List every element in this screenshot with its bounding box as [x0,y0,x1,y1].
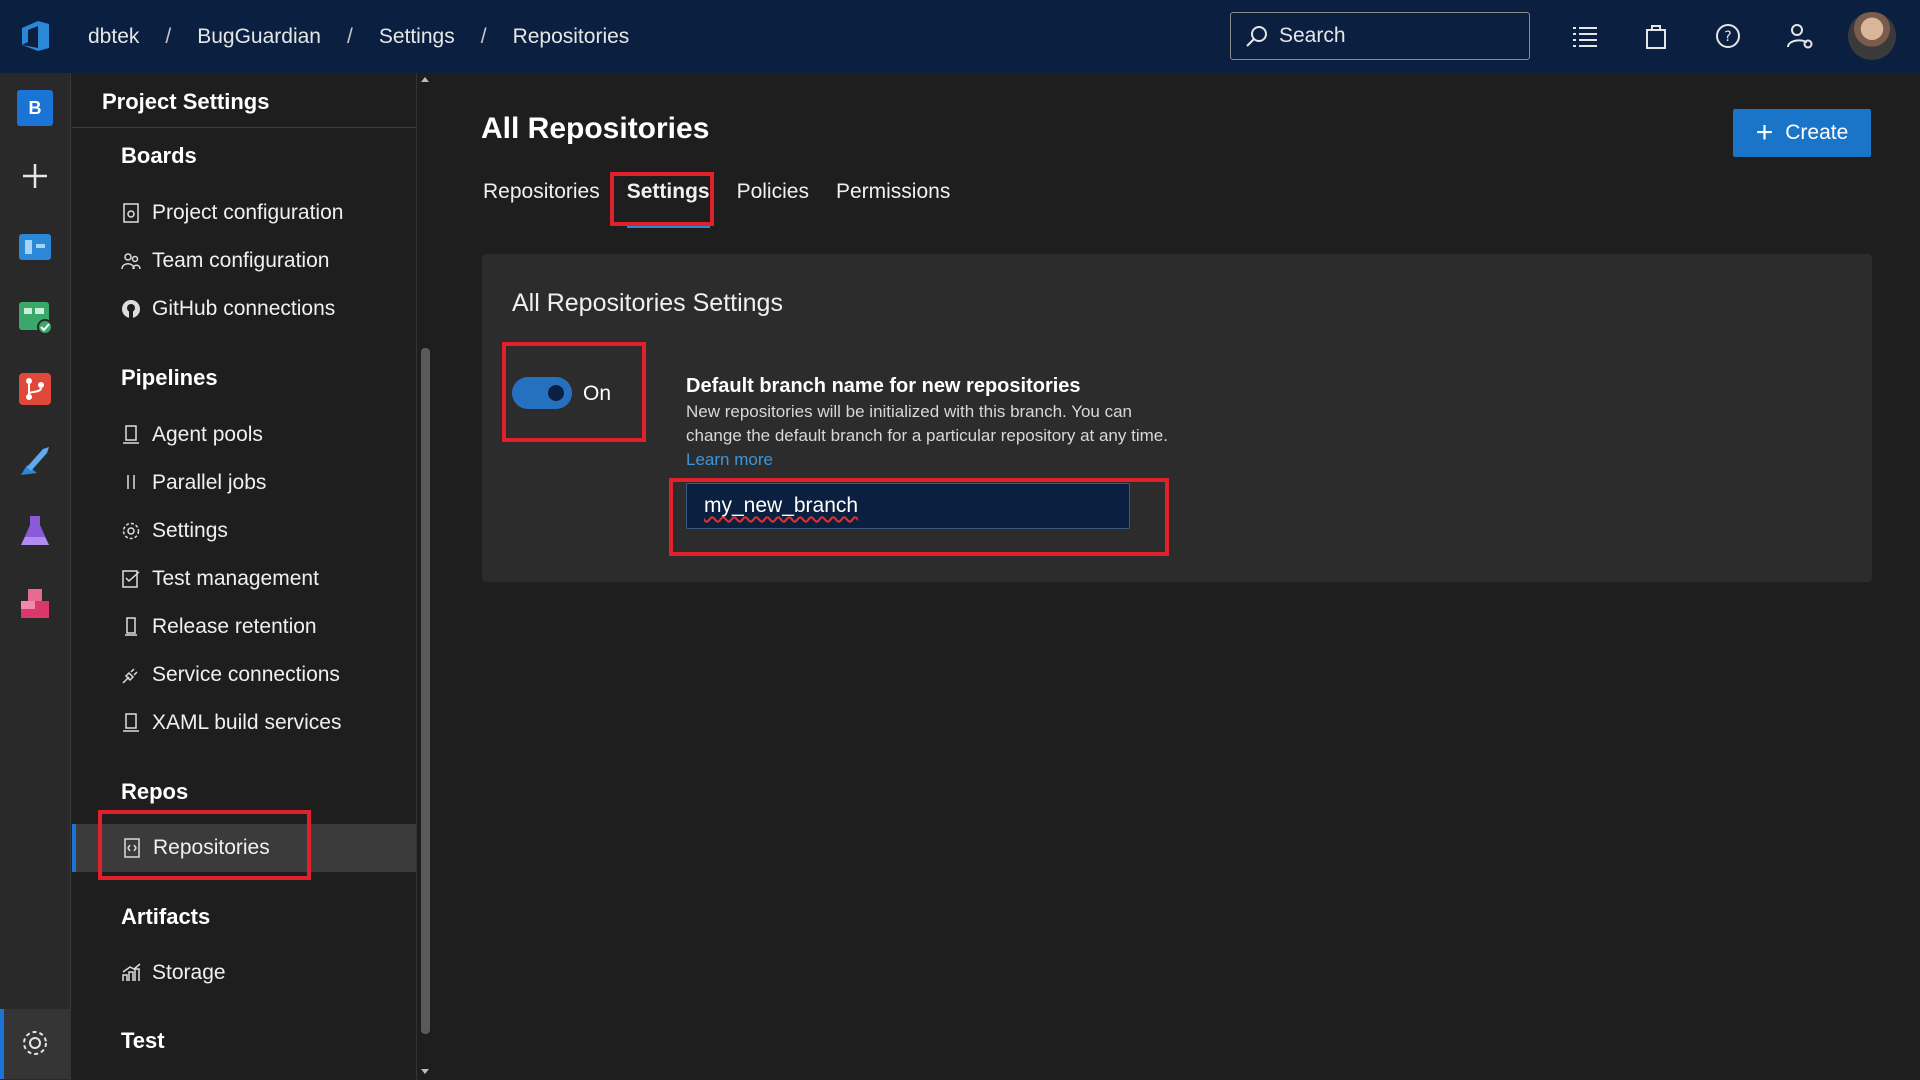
section-boards: Boards [121,143,197,168]
sidebar-item-agent-pools[interactable]: Agent pools [120,415,263,455]
setting-title: Default branch name for new repositories [686,375,1081,397]
search-placeholder: Search [1279,24,1346,47]
sidebar-item-label: Service connections [152,663,340,686]
sidebar-item-xaml-build-services[interactable]: XAML build services [120,703,341,743]
sidebar-item-settings[interactable]: Settings [120,511,228,551]
tab-bar: Repositories Settings Policies Permissio… [483,180,977,228]
highlight-settings-tab [610,172,714,226]
scroll-up-arrow-icon[interactable] [421,77,429,82]
add-icon[interactable] [17,158,53,194]
sidebar-item-label: Team configuration [152,249,330,272]
team-icon [120,250,142,272]
setting-description: New repositories will be initialized wit… [686,400,1176,472]
sidebar-item-parallel-jobs[interactable]: Parallel jobs [120,463,266,503]
breadcrumb-separator: / [346,24,353,48]
create-button[interactable]: + Create [1733,109,1871,157]
search-icon [1246,26,1267,47]
breadcrumb-repositories[interactable]: Repositories [513,25,630,49]
section-artifacts: Artifacts [121,904,211,929]
project-settings-sidebar: Project Settings Boards Project configur… [72,73,416,1080]
breadcrumb-settings[interactable]: Settings [379,25,455,49]
card-title: All Repositories Settings [512,289,783,317]
sidebar-item-label: XAML build services [152,711,342,734]
server-icon [120,424,142,446]
highlight-branch-input [669,478,1169,556]
document-gear-icon [120,202,142,224]
user-settings-icon[interactable] [1785,21,1815,51]
tab-permissions[interactable]: Permissions [836,180,950,220]
artifacts-icon[interactable] [17,585,53,621]
sidebar-title-divider [72,127,416,128]
section-test: Test [121,1028,165,1053]
plus-icon: + [1755,116,1774,149]
chart-icon [120,962,142,984]
sidebar-item-label: Settings [152,519,228,542]
gear-icon[interactable] [17,1025,53,1061]
breadcrumb-separator: / [480,24,487,48]
sidebar-item-project-configuration[interactable]: Project configuration [120,193,343,233]
tab-policies[interactable]: Policies [737,180,809,220]
breadcrumb-separator: / [165,24,172,48]
sidebar-item-label: Release retention [152,615,317,638]
sidebar-item-team-configuration[interactable]: Team configuration [120,241,329,281]
learn-more-link[interactable]: Learn more [686,450,773,469]
sidebar-item-label: Agent pools [152,423,263,446]
azure-devops-logo-icon[interactable] [18,18,54,54]
task-list-icon[interactable] [1570,21,1600,51]
pipelines-icon[interactable] [17,443,53,479]
sidebar-item-label: Parallel jobs [152,471,267,494]
checklist-icon [120,568,142,590]
scroll-thumb[interactable] [421,348,430,1034]
section-repos: Repos [121,779,189,804]
scroll-down-arrow-icon[interactable] [421,1069,429,1074]
sidebar-title: Project Settings [102,89,270,114]
phone-icon [120,616,142,638]
sidebar-item-label: Test management [152,567,319,590]
sidebar-item-storage[interactable]: Storage [120,953,226,993]
search-box[interactable]: Search [1230,12,1530,60]
highlight-repositories-item [98,810,311,880]
breadcrumb-project[interactable]: BugGuardian [197,25,321,49]
sidebar-item-github-connections[interactable]: GitHub connections [120,289,335,329]
sidebar-item-release-retention[interactable]: Release retention [120,607,317,647]
github-icon [120,298,142,320]
section-pipelines: Pipelines [121,365,218,390]
sidebar-item-test-management[interactable]: Test management [120,559,319,599]
highlight-toggle [502,342,646,442]
avatar[interactable] [1848,12,1896,60]
left-rail: B [0,73,71,1080]
setting-description-text: New repositories will be initialized wit… [686,402,1168,445]
overview-icon[interactable] [17,228,53,264]
create-button-label: Create [1785,121,1849,144]
shopping-bag-icon[interactable] [1641,21,1671,51]
server-icon [120,712,142,734]
project-avatar[interactable]: B [17,90,53,126]
parallel-icon [120,472,142,494]
help-icon[interactable]: ? [1713,21,1743,51]
sidebar-item-label: GitHub connections [152,297,336,320]
sidebar-item-service-connections[interactable]: Service connections [120,655,340,695]
boards-icon[interactable] [17,299,53,335]
test-plans-icon[interactable] [17,513,53,549]
top-bar: dbtek / BugGuardian / Settings / Reposit… [0,0,1920,73]
sidebar-item-label: Storage [152,961,226,984]
breadcrumb-org[interactable]: dbtek [88,25,139,49]
svg-text:?: ? [1724,29,1731,45]
plug-icon [120,664,142,686]
sidebar-scrollbar[interactable] [416,73,433,1080]
tab-repositories[interactable]: Repositories [483,180,600,220]
breadcrumb: dbtek / BugGuardian / Settings / Reposit… [88,0,629,73]
sidebar-item-label: Project configuration [152,201,344,224]
gear-icon [120,520,142,542]
page-title: All Repositories [481,112,710,145]
repos-icon[interactable] [17,371,53,407]
